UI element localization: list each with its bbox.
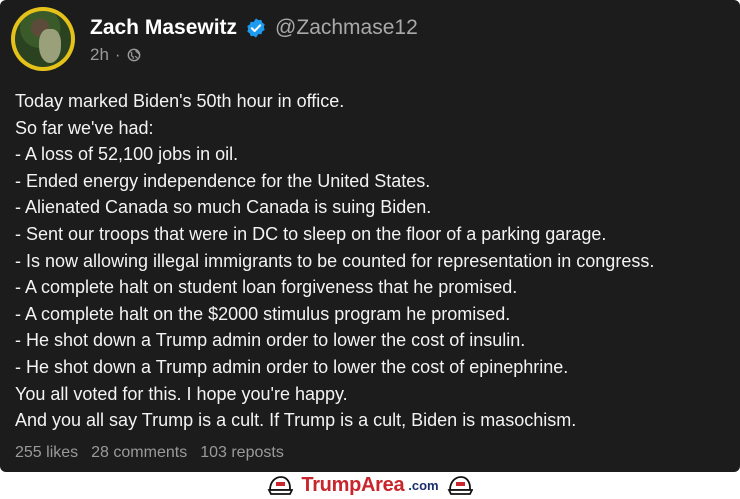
avatar-photo (15, 11, 71, 67)
globe-icon (127, 48, 140, 62)
cap-icon (267, 475, 294, 495)
post-line: - He shot down a Trump admin order to lo… (15, 356, 569, 377)
verified-badge-icon (247, 18, 265, 38)
post-line: So far we've had: (15, 117, 154, 138)
watermark-brand: TrumpArea (301, 474, 405, 496)
post-line: - Sent our troops that were in DC to sle… (15, 223, 607, 244)
post-line: - A complete halt on student loan forgiv… (15, 277, 518, 298)
author-handle[interactable]: @Zachmase12 (275, 16, 418, 40)
watermark: TrumpArea .com (0, 472, 740, 499)
post-line: You all voted for this. I hope you're ha… (15, 383, 348, 404)
post-line: And you all say Trump is a cult. If Trum… (15, 410, 577, 431)
avatar[interactable] (11, 7, 75, 71)
post-line: - A complete halt on the $2000 stimulus … (15, 303, 511, 324)
meta-separator: · (114, 45, 121, 64)
post-meta: 2h · (90, 45, 141, 65)
post-author: Zach Masewitz @Zachmase12 (90, 16, 418, 40)
likes-count[interactable]: 255 likes (15, 444, 78, 462)
cap-icon (447, 475, 473, 495)
post-body: Today marked Biden's 50th hour in office… (15, 88, 730, 434)
post-line: - Alienated Canada so much Canada is sui… (15, 197, 432, 218)
post-card: Zach Masewitz @Zachmase12 2h · Today mar… (0, 0, 740, 472)
post-line: - Is now allowing illegal immigrants to … (15, 250, 655, 271)
post-stats: 255 likes 28 comments 103 reposts (15, 444, 284, 462)
post-line: - Ended energy independence for the Unit… (15, 170, 431, 191)
reposts-count[interactable]: 103 reposts (200, 444, 284, 462)
post-line: Today marked Biden's 50th hour in office… (15, 91, 345, 111)
post-time[interactable]: 2h (90, 45, 109, 65)
comments-count[interactable]: 28 comments (91, 444, 187, 462)
watermark-tld: .com (408, 478, 439, 493)
author-name[interactable]: Zach Masewitz (90, 16, 237, 40)
post-line: - A loss of 52,100 jobs in oil. (15, 144, 239, 165)
post-line: - He shot down a Trump admin order to lo… (15, 330, 526, 351)
